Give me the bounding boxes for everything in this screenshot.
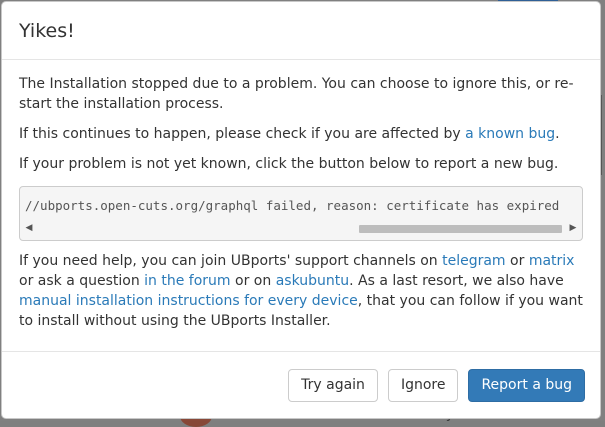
manual-instructions-link[interactable]: manual installation instructions for eve… [19,293,358,309]
help-text-2: or [505,253,529,269]
dialog-body: The Installation stopped due to a proble… [2,60,600,331]
error-output-box[interactable]: //ubports.open-cuts.org/graphql failed, … [19,186,583,241]
help-text-1: If you need help, you can join UBports' … [19,253,443,269]
matrix-link[interactable]: matrix [529,253,575,269]
known-bug-suffix: . [555,126,560,142]
telegram-link[interactable]: telegram [442,253,505,269]
scroll-track[interactable] [34,223,568,233]
help-text-5: . As a last resort, we also have [349,273,564,289]
known-bug-link[interactable]: a known bug [465,126,555,142]
dialog-header: Yikes! [2,2,600,60]
help-text-3: or ask a question [19,273,145,289]
help-text-4: or on [230,273,276,289]
known-bug-message: If this continues to happen, please chec… [19,124,583,144]
known-bug-prefix: If this continues to happen, please chec… [19,126,466,142]
try-again-button[interactable]: Try again [288,368,378,402]
report-bug-button[interactable]: Report a bug [468,368,585,402]
help-message: If you need help, you can join UBports' … [19,251,583,331]
dialog-footer: Try again Ignore Report a bug [2,351,600,418]
askubuntu-link[interactable]: askubuntu [276,273,349,289]
forum-link[interactable]: in the forum [144,273,230,289]
scroll-right-icon[interactable]: ▶ [568,218,578,238]
report-instruction: If your problem is not yet known, click … [19,156,559,172]
horizontal-scrollbar[interactable]: ◀ ▶ [24,222,578,234]
scroll-thumb[interactable] [359,225,562,233]
dialog-title: Yikes! [19,19,75,42]
scroll-left-icon[interactable]: ◀ [24,218,34,238]
ignore-button[interactable]: Ignore [387,368,459,402]
error-dialog: Yikes! The Installation stopped due to a… [1,1,601,419]
error-output-text: //ubports.open-cuts.org/graphql failed, … [25,198,560,213]
problem-message: The Installation stopped due to a proble… [19,76,574,112]
background-side-edge [601,95,605,175]
